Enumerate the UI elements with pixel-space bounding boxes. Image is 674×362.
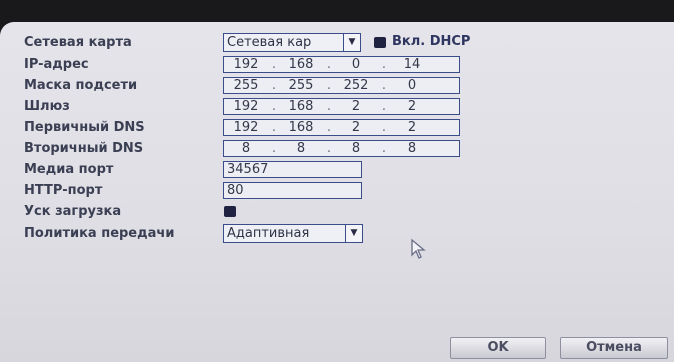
- nic-label: Сетевая карта: [24, 35, 132, 50]
- network-settings-panel: Сетевая карта Сетевая кар ▼ Вкл. DHCP IP…: [0, 22, 674, 362]
- policy-label: Политика передачи: [24, 226, 175, 241]
- mask-field[interactable]: 255 . 255 . 252 . 0: [223, 77, 460, 94]
- mouse-pointer-icon: [411, 238, 426, 259]
- dns1-octet-4[interactable]: 2: [392, 120, 432, 136]
- dns1-octet-3[interactable]: 2: [336, 120, 376, 136]
- gateway-dot-2: .: [326, 99, 332, 114]
- row-dns1: Первичный DNS 192 . 168 . 2 . 2: [24, 119, 664, 139]
- dhcp-checkbox[interactable]: [374, 37, 386, 48]
- media-port-input[interactable]: 34567: [223, 161, 362, 178]
- policy-select-value: Адаптивная: [227, 226, 310, 241]
- row-nic: Сетевая карта Сетевая кар ▼ Вкл. DHCP: [24, 33, 664, 54]
- row-fast-boot: Уск загрузка: [24, 203, 664, 223]
- ip-dot-3: .: [381, 57, 387, 72]
- mask-octet-2[interactable]: 255: [281, 78, 321, 94]
- dns2-dot-1: .: [271, 141, 277, 156]
- ip-dot-2: .: [326, 57, 332, 72]
- gateway-label: Шлюз: [24, 99, 70, 114]
- mask-dot-3: .: [381, 78, 387, 93]
- gateway-field[interactable]: 192 . 168 . 2 . 2: [223, 98, 460, 115]
- chevron-down-icon[interactable]: ▼: [343, 34, 360, 51]
- nic-select-value: Сетевая кар: [227, 35, 312, 50]
- row-ip: IP-адрес 192 . 168 . 0 . 14: [24, 56, 664, 76]
- mask-dot-1: .: [271, 78, 277, 93]
- row-mask: Маска подсети 255 . 255 . 252 . 0: [24, 77, 664, 97]
- ip-octet-1[interactable]: 192: [226, 57, 266, 73]
- dns2-dot-3: .: [381, 141, 387, 156]
- mask-octet-3[interactable]: 252: [336, 78, 376, 94]
- dns1-field[interactable]: 192 . 168 . 2 . 2: [223, 119, 460, 136]
- dns1-label: Первичный DNS: [24, 120, 145, 135]
- fast-boot-checkbox[interactable]: [224, 206, 236, 217]
- dns2-dot-2: .: [326, 141, 332, 156]
- row-http-port: HTTP-порт 80: [24, 182, 664, 202]
- mask-label: Маска подсети: [24, 78, 138, 93]
- dns2-field[interactable]: 8 . 8 . 8 . 8: [223, 140, 460, 157]
- dns2-octet-1[interactable]: 8: [226, 141, 266, 157]
- row-media-port: Медиа порт 34567: [24, 161, 664, 181]
- ip-field[interactable]: 192 . 168 . 0 . 14: [223, 56, 460, 73]
- ok-button[interactable]: OK: [450, 337, 546, 359]
- dns1-dot-3: .: [381, 120, 387, 135]
- dns2-octet-3[interactable]: 8: [336, 141, 376, 157]
- chevron-down-icon[interactable]: ▼: [345, 225, 362, 242]
- gateway-dot-1: .: [271, 99, 277, 114]
- gateway-octet-4[interactable]: 2: [392, 99, 432, 115]
- policy-select[interactable]: Адаптивная ▼: [223, 224, 363, 243]
- dns1-octet-2[interactable]: 168: [281, 120, 321, 136]
- gateway-octet-1[interactable]: 192: [226, 99, 266, 115]
- gateway-octet-2[interactable]: 168: [281, 99, 321, 115]
- dns1-dot-2: .: [326, 120, 332, 135]
- row-policy: Политика передачи Адаптивная ▼: [24, 224, 664, 245]
- dns1-octet-1[interactable]: 192: [226, 120, 266, 136]
- dns2-octet-2[interactable]: 8: [281, 141, 321, 157]
- mask-octet-1[interactable]: 255: [226, 78, 266, 94]
- dns2-octet-4[interactable]: 8: [392, 141, 432, 157]
- dhcp-label: Вкл. DHCP: [392, 34, 471, 49]
- ip-octet-2[interactable]: 168: [281, 57, 321, 73]
- gateway-dot-3: .: [381, 99, 387, 114]
- ip-octet-3[interactable]: 0: [336, 57, 376, 73]
- background-edge: [0, 0, 674, 24]
- gateway-octet-3[interactable]: 2: [336, 99, 376, 115]
- mask-dot-2: .: [326, 78, 332, 93]
- http-port-label: HTTP-порт: [24, 183, 103, 198]
- media-port-label: Медиа порт: [24, 162, 114, 177]
- row-dns2: Вторичный DNS 8 . 8 . 8 . 8: [24, 140, 664, 160]
- ip-octet-4[interactable]: 14: [392, 57, 432, 73]
- row-gateway: Шлюз 192 . 168 . 2 . 2: [24, 98, 664, 118]
- ip-dot-1: .: [271, 57, 277, 72]
- http-port-input[interactable]: 80: [223, 182, 362, 199]
- dns1-dot-1: .: [271, 120, 277, 135]
- ip-label: IP-адрес: [24, 57, 89, 72]
- nic-select[interactable]: Сетевая кар ▼: [223, 33, 361, 52]
- mask-octet-4[interactable]: 0: [392, 78, 432, 94]
- dns2-label: Вторичный DNS: [24, 141, 144, 156]
- cancel-button[interactable]: Отмена: [560, 337, 668, 359]
- fast-boot-label: Уск загрузка: [24, 204, 122, 219]
